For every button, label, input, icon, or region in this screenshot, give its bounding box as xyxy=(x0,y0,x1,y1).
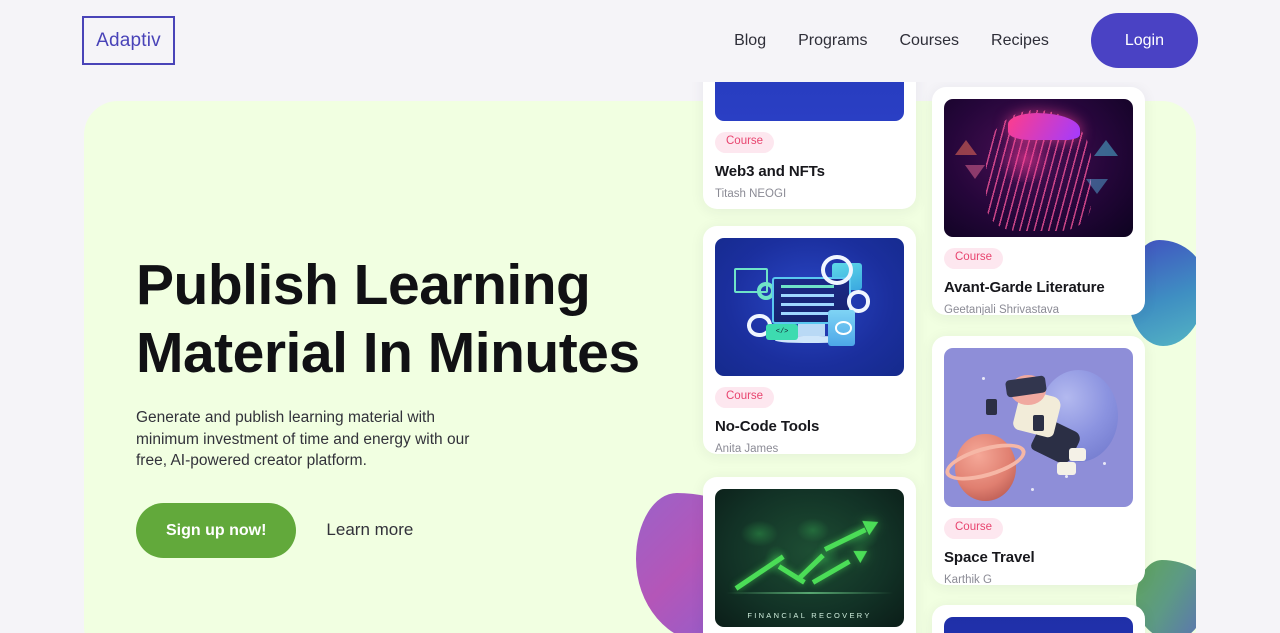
financial-growth-chart-icon: FINANCIAL RECOVERY xyxy=(715,489,904,627)
landing-page: Adaptiv Blog Programs Courses Recipes Lo… xyxy=(0,0,1280,633)
no-code-tools-icon: </> xyxy=(715,238,904,376)
course-author: Geetanjali Shrivastava xyxy=(944,303,1060,316)
course-title: Web3 and NFTs xyxy=(715,162,825,180)
green-blob-decoration xyxy=(1136,560,1196,633)
nav-link-blog[interactable]: Blog xyxy=(718,13,782,68)
course-card-financial-recovery[interactable]: FINANCIAL RECOVERY xyxy=(703,477,916,633)
course-thumbnail xyxy=(944,617,1133,633)
course-author: Anita James xyxy=(715,442,779,455)
course-card-no-code-tools[interactable]: </> Course No-Code Tools Anita James xyxy=(703,226,916,454)
course-thumbnail xyxy=(944,99,1133,237)
neon-vr-figure-icon xyxy=(944,99,1133,237)
course-thumbnail xyxy=(944,348,1133,507)
nav-link-recipes[interactable]: Recipes xyxy=(975,13,1065,68)
status-badge: Course xyxy=(944,518,1004,539)
course-title: Space Travel xyxy=(944,548,1035,566)
learn-more-link[interactable]: Learn more xyxy=(326,520,413,540)
hero-copy: Publish Learning Material In Minutes Gen… xyxy=(136,251,656,558)
blue-thumbnail-icon xyxy=(944,617,1133,633)
status-badge: Course xyxy=(715,387,775,408)
login-button[interactable]: Login xyxy=(1090,13,1198,68)
logo-text: Adaptiv xyxy=(96,29,161,51)
course-thumbnail: </> xyxy=(715,238,904,376)
course-author: Karthik G xyxy=(944,573,992,586)
course-title: No-Code Tools xyxy=(715,417,820,435)
nav-link-courses[interactable]: Courses xyxy=(883,13,975,68)
status-badge: Course xyxy=(715,132,775,153)
course-card-avant-garde-literature[interactable]: Course Avant-Garde Literature Geetanjali… xyxy=(932,87,1145,315)
hero-actions: Sign up now! Learn more xyxy=(136,502,656,558)
course-author: Titash NEOGI xyxy=(715,187,787,200)
hero-subtitle: Generate and publish learning material w… xyxy=(136,409,470,469)
astronaut-vr-icon xyxy=(944,348,1133,507)
logo[interactable]: Adaptiv xyxy=(82,16,175,65)
site-header: Adaptiv Blog Programs Courses Recipes Lo… xyxy=(0,0,1280,82)
signup-button[interactable]: Sign up now! xyxy=(136,502,297,558)
page-title: Publish Learning Material In Minutes xyxy=(136,253,640,385)
course-thumbnail: FINANCIAL RECOVERY xyxy=(715,489,904,627)
nav-link-programs[interactable]: Programs xyxy=(782,13,883,68)
course-card-space-travel[interactable]: Course Space Travel Karthik G xyxy=(932,336,1145,585)
course-card-partial[interactable] xyxy=(932,605,1145,633)
status-badge: Course xyxy=(944,248,1004,269)
financial-caption: FINANCIAL RECOVERY xyxy=(747,611,872,621)
main-navigation: Blog Programs Courses Recipes Login xyxy=(718,13,1198,68)
course-title: Avant-Garde Literature xyxy=(944,278,1105,296)
